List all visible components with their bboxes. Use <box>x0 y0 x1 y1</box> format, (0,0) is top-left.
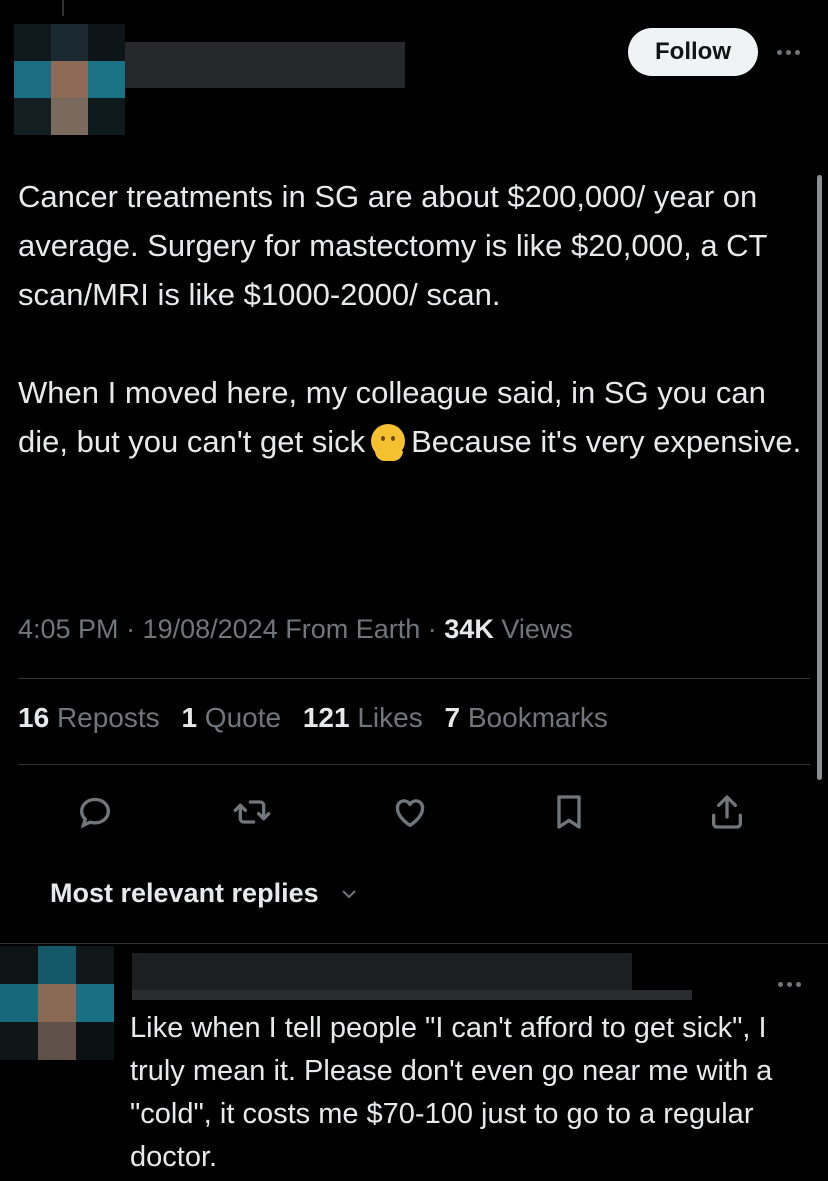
bookmark-icon[interactable] <box>549 792 589 832</box>
divider-top <box>18 678 810 679</box>
more-dots-icon[interactable] <box>777 50 800 55</box>
melting-face-emoji-icon <box>371 424 406 461</box>
quote-count: 1 <box>181 702 198 733</box>
tweet-paragraph-2-end: Because it's very expensive. <box>411 424 802 459</box>
quote-label: Quote <box>204 702 282 733</box>
replies-sort-label: Most relevant replies <box>50 878 319 908</box>
follow-button[interactable]: Follow <box>628 28 758 76</box>
tweet-time[interactable]: 4:05 PM <box>18 614 119 644</box>
chevron-down-icon <box>341 889 356 898</box>
reply-avatar[interactable] <box>0 946 114 1060</box>
tweet-body: Cancer treatments in SG are about $200,0… <box>18 172 808 466</box>
author-name-redacted[interactable] <box>125 42 405 88</box>
engagement-stats: 16 Reposts 1 Quote 121 Likes 7 Bookmarks <box>18 702 622 734</box>
reply-author-name-redacted[interactable] <box>132 953 632 993</box>
author-avatar[interactable] <box>14 24 125 135</box>
tweet-source: From Earth <box>285 614 421 644</box>
bookmarks-label: Bookmarks <box>467 702 608 733</box>
bookmarks-stat[interactable]: 7 Bookmarks <box>445 702 608 733</box>
reply-body: Like when I tell people "I can't afford … <box>130 1012 773 1173</box>
reposts-count: 16 <box>18 702 50 733</box>
reposts-label: Reposts <box>56 702 160 733</box>
tweet-date[interactable]: 19/08/2024 <box>143 614 278 644</box>
divider-bottom <box>18 764 810 765</box>
scrollbar[interactable] <box>817 175 822 780</box>
thread-line <box>62 0 64 16</box>
tweet-paragraph-1: Cancer treatments in SG are about $200,0… <box>18 179 767 312</box>
reply-icon[interactable] <box>75 792 115 832</box>
quote-stat[interactable]: 1 Quote <box>181 702 281 733</box>
reply-handle-redacted[interactable] <box>132 990 692 1000</box>
reposts-stat[interactable]: 16 Reposts <box>18 702 160 733</box>
replies-divider <box>0 943 828 944</box>
likes-count: 121 <box>302 702 350 733</box>
repost-icon[interactable] <box>232 792 272 832</box>
tweet-paragraph-2: When I moved here, my colleague said, in… <box>18 368 808 466</box>
likes-stat[interactable]: 121 Likes <box>303 702 423 733</box>
action-bar <box>0 792 828 832</box>
tweet-meta: 4:05 PM · 19/08/2024 From Earth · 34K Vi… <box>18 614 573 644</box>
replies-sort-dropdown[interactable]: Most relevant replies <box>50 878 357 909</box>
reply-more-dots-icon[interactable] <box>778 982 801 987</box>
share-icon[interactable] <box>707 792 747 832</box>
bookmarks-count: 7 <box>444 702 461 733</box>
likes-label: Likes <box>357 702 423 733</box>
like-icon[interactable] <box>390 792 430 832</box>
views-count: 34K <box>444 614 494 644</box>
views-label: Views <box>501 614 573 644</box>
